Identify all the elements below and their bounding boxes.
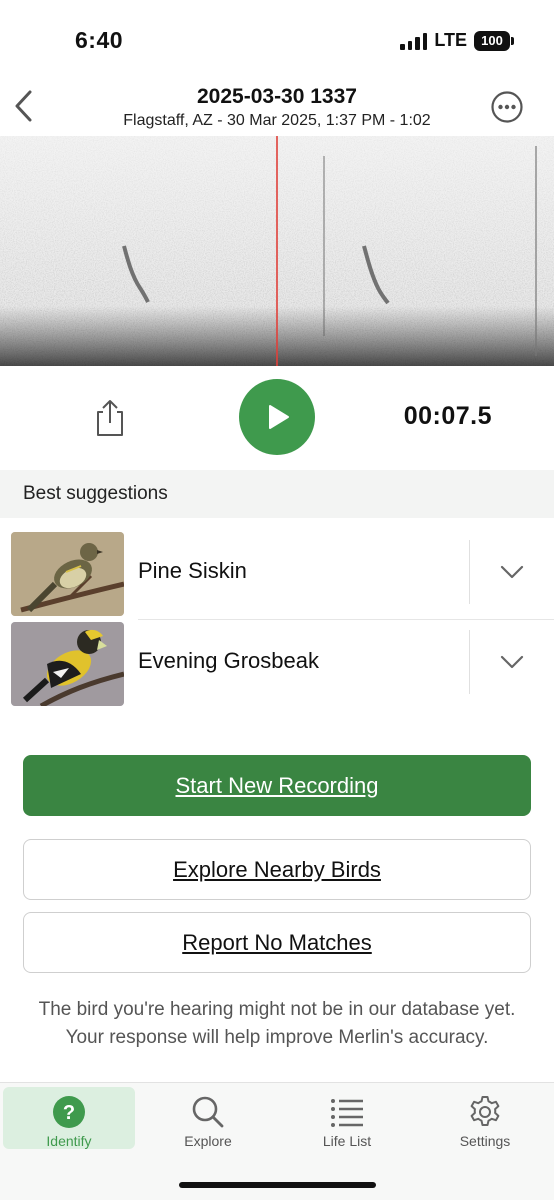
- tab-label: Settings: [459, 1133, 511, 1149]
- cellular-signal-icon: [400, 32, 428, 50]
- start-new-recording-button[interactable]: Start New Recording: [23, 755, 531, 816]
- gear-icon: [470, 1096, 500, 1126]
- status-time: 6:40: [75, 27, 124, 53]
- row-divider: [469, 540, 470, 604]
- species-photo: [11, 622, 124, 706]
- database-note: The bird you're hearing might not be in …: [38, 999, 516, 1048]
- row-divider: [469, 630, 470, 694]
- play-button[interactable]: [239, 379, 315, 455]
- playback-controls: 00:07.5: [0, 366, 554, 470]
- list-icon: [331, 1099, 363, 1127]
- recording-title: 2025-03-30 1337: [197, 85, 357, 108]
- species-photo: [11, 532, 124, 616]
- species-name: Evening Grosbeak: [138, 648, 319, 673]
- share-button[interactable]: [92, 398, 128, 438]
- help-circle-icon: ?: [53, 1096, 85, 1128]
- tab-explore[interactable]: Explore: [142, 1087, 274, 1149]
- tab-identify[interactable]: ? Identify: [3, 1087, 135, 1149]
- recording-header: 2025-03-30 1337 Flagstaff, AZ - 30 Mar 2…: [0, 80, 554, 136]
- species-name: Pine Siskin: [138, 558, 247, 583]
- more-options-button[interactable]: [490, 90, 524, 124]
- battery-icon: 100: [474, 30, 514, 51]
- tab-label: Life List: [322, 1133, 372, 1149]
- status-indicators: LTE 100: [400, 30, 514, 51]
- home-indicator[interactable]: [179, 1182, 376, 1188]
- more-icon: [491, 91, 523, 123]
- chevron-down-icon: [500, 565, 524, 579]
- expand-button[interactable]: [498, 558, 526, 586]
- battery-level: 100: [481, 33, 503, 48]
- suggestion-row[interactable]: Pine Siskin: [0, 528, 554, 618]
- report-no-matches-button[interactable]: Report No Matches: [23, 912, 531, 973]
- chevron-down-icon: [500, 655, 524, 669]
- tab-life-list[interactable]: Life List: [281, 1087, 413, 1149]
- suggestions-heading: Best suggestions: [0, 470, 554, 518]
- play-icon: [269, 405, 289, 429]
- explore-nearby-birds-button[interactable]: Explore Nearby Birds: [23, 839, 531, 900]
- expand-button[interactable]: [498, 648, 526, 676]
- suggestion-row[interactable]: Evening Grosbeak: [0, 618, 554, 708]
- spectrogram[interactable]: [0, 136, 554, 366]
- share-icon: [97, 400, 123, 436]
- svg-text:?: ?: [63, 1102, 75, 1124]
- tab-bar: ? Identify Explore Life List Settings: [0, 1082, 554, 1200]
- search-icon: [192, 1096, 224, 1128]
- tab-settings[interactable]: Settings: [419, 1087, 551, 1149]
- tab-label: Identify: [46, 1133, 92, 1149]
- playback-timer: 00:07.5: [403, 402, 492, 430]
- status-bar: 6:40 LTE 100: [0, 0, 554, 80]
- recording-subtitle: Flagstaff, AZ - 30 Mar 2025, 1:37 PM - 1…: [123, 112, 431, 129]
- network-type: LTE: [434, 30, 467, 50]
- tab-label: Explore: [184, 1133, 232, 1149]
